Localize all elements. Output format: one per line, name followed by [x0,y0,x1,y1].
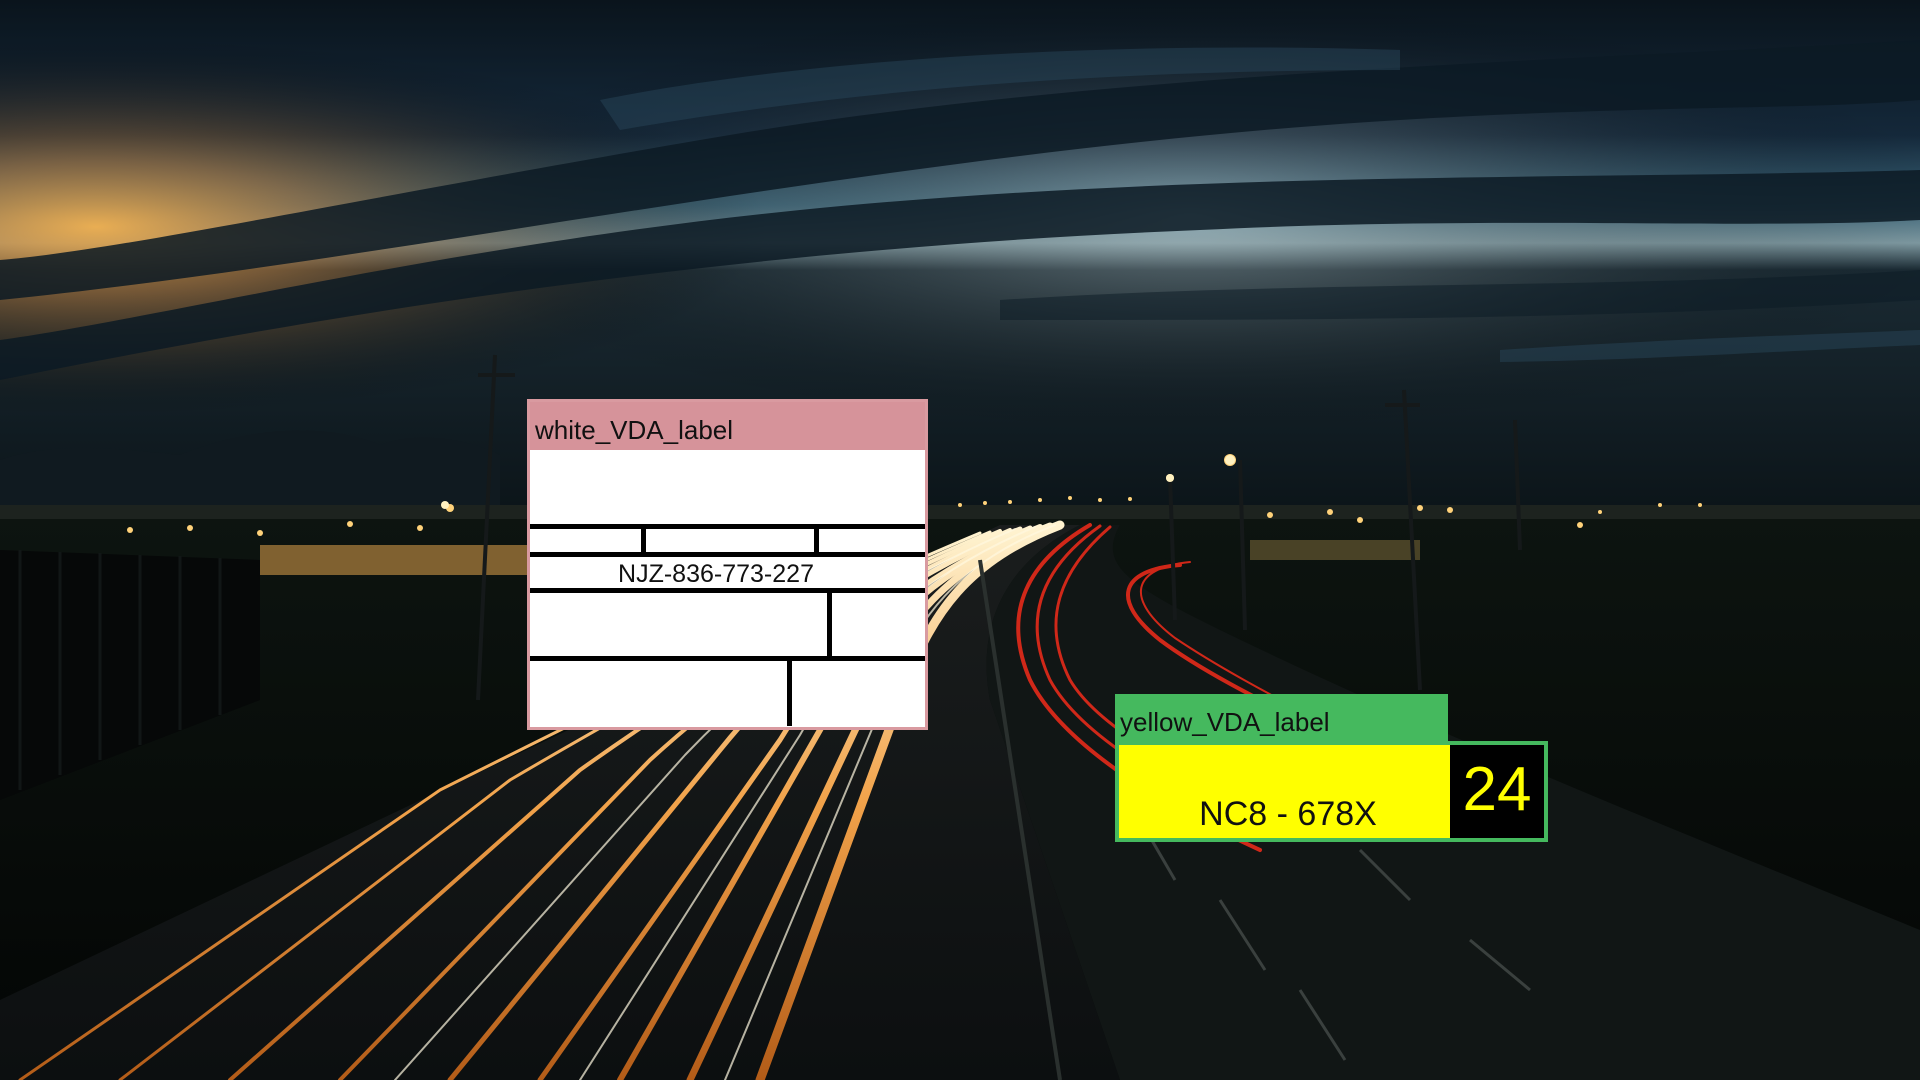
label-grid-line [530,656,925,661]
yellow-vda-label-number: 24 [1462,755,1532,824]
yellow-vda-label-title: yellow_VDA_label [1120,707,1330,737]
label-grid-line [814,524,819,552]
yellow-vda-label-number-box: 24 [1450,745,1544,838]
white-vda-label-box: white_VDA_label NJZ-836-773-227 [527,399,928,730]
label-grid-line [530,588,925,593]
highway-night-photo [0,0,1920,1080]
label-grid-line [787,656,792,726]
yellow-vda-label-box: NC8 - 678X 24 [1115,741,1548,842]
white-vda-label-title: white_VDA_label [530,402,925,450]
label-grid-line [641,524,646,552]
label-grid-line [530,552,925,557]
yellow-vda-label-header: yellow_VDA_label [1115,694,1448,744]
label-grid-line [530,524,925,529]
label-grid-line [827,588,832,656]
white-vda-label-code: NJZ-836-773-227 [618,560,814,588]
yellow-vda-label-code: NC8 - 678X [1199,795,1377,833]
